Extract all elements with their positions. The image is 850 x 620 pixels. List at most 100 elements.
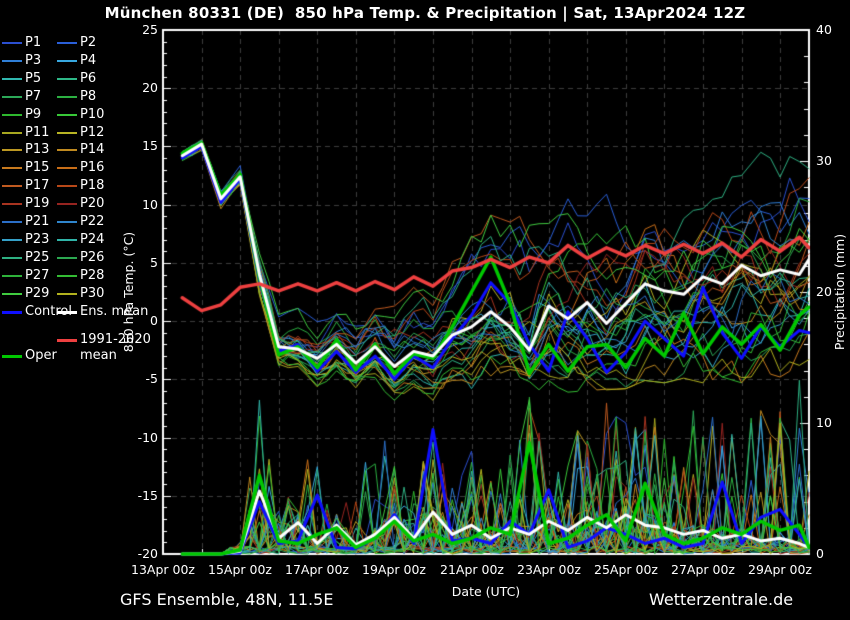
legend-label: P1 bbox=[25, 35, 41, 50]
footer-model-info: GFS Ensemble, 48N, 11.5E bbox=[120, 590, 333, 609]
precip-tick-label: 40 bbox=[816, 22, 850, 38]
legend-color-swatch bbox=[57, 293, 77, 295]
legend-label: 1991-2020 bbox=[80, 332, 151, 347]
date-tick-label: 13Apr 00z bbox=[125, 562, 201, 578]
legend-label: P26 bbox=[80, 250, 104, 265]
legend-color-swatch bbox=[57, 60, 77, 62]
legend-item: P19 bbox=[2, 197, 49, 211]
legend-item: P14 bbox=[57, 143, 104, 157]
legend-color-swatch bbox=[57, 275, 77, 277]
date-tick-label: 19Apr 00z bbox=[356, 562, 432, 578]
legend-color-swatch bbox=[2, 239, 22, 241]
legend-label: P11 bbox=[25, 125, 49, 140]
legend-label: P21 bbox=[25, 214, 49, 229]
legend-item: P28 bbox=[57, 269, 104, 283]
date-tick-label: 17Apr 00z bbox=[279, 562, 355, 578]
legend-color-swatch bbox=[57, 239, 77, 241]
temp-tick-label: -15 bbox=[118, 488, 158, 504]
legend-color-swatch bbox=[2, 293, 22, 295]
legend-label: P29 bbox=[25, 286, 49, 301]
legend-item: P1 bbox=[2, 36, 41, 50]
legend-color-swatch bbox=[57, 132, 77, 134]
precip-tick-label: 10 bbox=[816, 415, 850, 431]
legend-label: P18 bbox=[80, 178, 104, 193]
legend-item: P13 bbox=[2, 143, 49, 157]
temp-tick-label: 10 bbox=[118, 197, 158, 213]
legend-item: P18 bbox=[57, 179, 104, 193]
legend-label: P12 bbox=[80, 125, 104, 140]
legend-label: P5 bbox=[25, 71, 41, 86]
legend-color-swatch bbox=[2, 185, 22, 187]
legend-item: P27 bbox=[2, 269, 49, 283]
legend-item: P23 bbox=[2, 233, 49, 247]
legend-color-swatch bbox=[2, 221, 22, 223]
legend-item: P25 bbox=[2, 251, 49, 265]
legend-color-swatch bbox=[2, 42, 22, 44]
legend-label: P20 bbox=[80, 196, 104, 211]
legend-color-swatch bbox=[57, 311, 77, 314]
legend-label: P27 bbox=[25, 268, 49, 283]
legend-item: P22 bbox=[57, 215, 104, 229]
legend-item: P6 bbox=[57, 72, 96, 86]
legend-item: P9 bbox=[2, 108, 41, 122]
chart-title: München 80331 (DE) 850 hPa Temp. & Preci… bbox=[0, 4, 850, 22]
footer-branding: Wetterzentrale.de bbox=[649, 590, 793, 609]
legend-color-swatch bbox=[2, 78, 22, 80]
legend-color-swatch bbox=[2, 355, 22, 358]
gfs-ensemble-meteogram: München 80331 (DE) 850 hPa Temp. & Preci… bbox=[0, 0, 850, 620]
legend-color-swatch bbox=[57, 203, 77, 205]
x-axis-label: Date (UTC) bbox=[386, 584, 586, 599]
legend-item: P7 bbox=[2, 90, 41, 104]
temp-tick-label: 20 bbox=[118, 80, 158, 96]
legend-item: P26 bbox=[57, 251, 104, 265]
legend-label: P13 bbox=[25, 142, 49, 157]
legend-item: P29 bbox=[2, 287, 49, 301]
legend-label: P17 bbox=[25, 178, 49, 193]
temp-tick-label: 0 bbox=[118, 313, 158, 329]
legend-label: P10 bbox=[80, 107, 104, 122]
legend-label: P30 bbox=[80, 286, 104, 301]
legend-color-swatch bbox=[57, 114, 77, 116]
date-tick-label: 21Apr 00z bbox=[434, 562, 510, 578]
legend-color-swatch bbox=[2, 114, 22, 116]
legend-color-swatch bbox=[2, 203, 22, 205]
temp-tick-label: 25 bbox=[118, 22, 158, 38]
legend-item: P20 bbox=[57, 197, 104, 211]
temp-tick-label: 15 bbox=[118, 138, 158, 154]
legend-color-swatch bbox=[57, 257, 77, 259]
legend-label: mean bbox=[80, 349, 117, 363]
legend-color-swatch bbox=[57, 339, 77, 342]
legend-label: P6 bbox=[80, 71, 96, 86]
date-tick-label: 23Apr 00z bbox=[511, 562, 587, 578]
legend-color-swatch bbox=[2, 60, 22, 62]
legend-label: P14 bbox=[80, 142, 104, 157]
legend-color-swatch bbox=[2, 257, 22, 259]
temp-tick-label: 5 bbox=[118, 255, 158, 271]
date-tick-label: 29Apr 00z bbox=[742, 562, 818, 578]
legend-label: P28 bbox=[80, 268, 104, 283]
legend-color-swatch bbox=[2, 311, 22, 314]
legend-item: P8 bbox=[57, 90, 96, 104]
date-tick-label: 15Apr 00z bbox=[202, 562, 278, 578]
legend-item: P10 bbox=[57, 108, 104, 122]
legend-label: P16 bbox=[80, 160, 104, 175]
legend-label: P22 bbox=[80, 214, 104, 229]
legend-color-swatch bbox=[2, 167, 22, 169]
date-tick-label: 25Apr 00z bbox=[588, 562, 664, 578]
legend-color-swatch bbox=[2, 96, 22, 98]
legend-label: P25 bbox=[25, 250, 49, 265]
legend-color-swatch bbox=[2, 149, 22, 151]
date-tick-label: 27Apr 00z bbox=[665, 562, 741, 578]
legend-label: P15 bbox=[25, 160, 49, 175]
legend-color-swatch bbox=[57, 221, 77, 223]
legend-item: P11 bbox=[2, 126, 49, 140]
precip-tick-label: 30 bbox=[816, 153, 850, 169]
legend-label: P9 bbox=[25, 107, 41, 122]
legend-item: P24 bbox=[57, 233, 104, 247]
temp-tick-label: -20 bbox=[118, 546, 158, 562]
legend-label: P8 bbox=[80, 89, 96, 104]
legend-label: P2 bbox=[80, 35, 96, 50]
legend-item: P3 bbox=[2, 54, 41, 68]
legend-item: P16 bbox=[57, 161, 104, 175]
legend-label: P3 bbox=[25, 53, 41, 68]
